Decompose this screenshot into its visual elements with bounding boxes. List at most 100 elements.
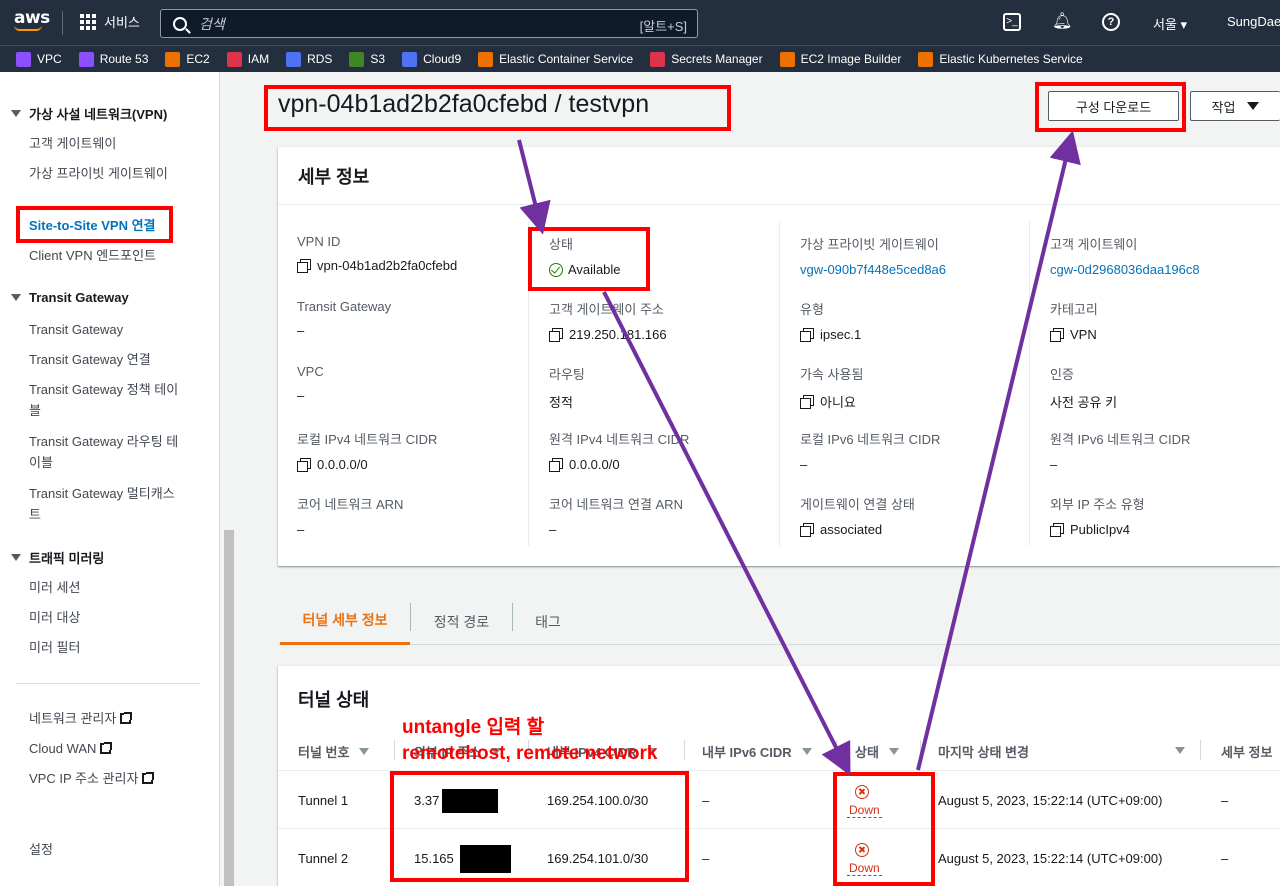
favorite-secrets-manager[interactable]: Secrets Manager: [650, 51, 763, 67]
sidebar-section-transit-gateway[interactable]: Transit Gateway: [11, 290, 129, 305]
favorite-s3[interactable]: S3: [349, 51, 385, 67]
aws-logo[interactable]: aws: [14, 10, 50, 36]
field-type: 유형 ipsec.1: [800, 299, 861, 342]
sidebar-item-site-to-site-vpn[interactable]: Site-to-Site VPN 연결: [29, 215, 189, 236]
header-divider: [920, 740, 921, 760]
field-transit-gateway: Transit Gateway –: [297, 299, 391, 338]
field-outside-ip-type: 외부 IP 주소 유형 PublicIpv4: [1050, 494, 1145, 537]
service-icon: [286, 51, 302, 67]
sidebar-section-traffic-mirroring[interactable]: 트래픽 미러링: [11, 548, 104, 567]
favorite-cloud9[interactable]: Cloud9: [402, 51, 461, 67]
favorite-route-53[interactable]: Route 53: [78, 51, 148, 67]
bell-icon[interactable]: 🔔︎: [1052, 13, 1072, 31]
copy-icon[interactable]: [297, 259, 311, 273]
field-remote-ipv4-cidr: 원격 IPv4 네트워크 CIDR 0.0.0.0/0: [549, 429, 689, 472]
tab-tags[interactable]: 태그: [513, 598, 583, 645]
copy-icon[interactable]: [800, 523, 814, 537]
service-icon: [779, 51, 795, 67]
tunnel-1-inside-ipv6: –: [702, 793, 710, 808]
favorites-bar: VPC Route 53 EC2 IAM RDS S3 Cloud9 Elastic Cont…: [0, 45, 1280, 72]
copy-icon[interactable]: [800, 395, 814, 409]
sidebar-item-cloud-wan[interactable]: Cloud WAN: [29, 738, 189, 759]
sort-caret-icon[interactable]: [1175, 747, 1185, 754]
actions-dropdown-button[interactable]: 작업: [1190, 91, 1280, 121]
favorite-vpc[interactable]: VPC: [16, 51, 62, 67]
copy-icon[interactable]: [549, 458, 563, 472]
actions-label: 작업: [1211, 99, 1236, 115]
sidebar-item-mirror-session[interactable]: 미러 세션: [29, 577, 189, 598]
column-header-tunnel-number[interactable]: 터널 번호: [298, 742, 370, 761]
tunnel-1-status[interactable]: Down: [847, 785, 882, 818]
copy-icon[interactable]: [800, 328, 814, 342]
sidebar-item-tgw-route-table[interactable]: Transit Gateway 라우팅 테이블: [29, 431, 185, 473]
item-label: Cloud WAN: [29, 741, 97, 756]
service-icon: [78, 51, 94, 67]
column-header-status[interactable]: 상태: [855, 742, 899, 761]
download-configuration-button[interactable]: 구성 다운로드: [1048, 91, 1179, 121]
field-label: 가속 사용됨: [800, 367, 864, 382]
favorite-elastic-kubernetes-service[interactable]: Elastic Kubernetes Service: [918, 51, 1083, 67]
sidebar-item-tgw-policy-table[interactable]: Transit Gateway 정책 테이블: [29, 379, 185, 421]
favorite-elastic-container-service[interactable]: Elastic Container Service: [478, 51, 633, 67]
region-selector[interactable]: 서울 ▾: [1153, 14, 1187, 33]
favorite-ec2[interactable]: EC2: [165, 51, 210, 67]
sidebar-item-customer-gateway[interactable]: 고객 게이트웨이: [29, 133, 189, 154]
sidebar-item-tgw-multicast[interactable]: Transit Gateway 멀티캐스트: [29, 483, 185, 525]
user-menu[interactable]: SungDae,: [1227, 14, 1280, 29]
sidebar-item-mirror-filter[interactable]: 미러 필터: [29, 637, 189, 658]
field-label: 원격 IPv4 네트워크 CIDR: [549, 432, 690, 447]
cgw-link[interactable]: cgw-0d2968036daa196c8: [1050, 262, 1200, 277]
favorite-iam[interactable]: IAM: [226, 51, 269, 67]
sidebar-section-vpn[interactable]: 가상 사설 네트워크(VPN): [11, 104, 167, 123]
field-label: 고객 게이트웨이 주소: [549, 302, 664, 317]
detail-tabs: 터널 세부 정보 정적 경로 태그: [278, 598, 1280, 645]
copy-icon[interactable]: [297, 458, 311, 472]
favorite-label: Secrets Manager: [671, 52, 763, 66]
field-value: 아니요: [800, 392, 863, 411]
sidebar-scrollbar-thumb[interactable]: [224, 530, 234, 886]
gw-assoc-value: associated: [820, 522, 883, 537]
sidebar-item-mirror-target[interactable]: 미러 대상: [29, 607, 189, 628]
sidebar-item-network-manager[interactable]: 네트워크 관리자: [29, 708, 189, 729]
search-icon: [173, 16, 187, 31]
field-core-network-attachment-arn: 코어 네트워크 연결 ARN –: [549, 494, 683, 537]
header-label: 터널 번호: [298, 745, 350, 760]
sidebar-item-tgw-attachment[interactable]: Transit Gateway 연결: [29, 349, 189, 370]
type-value: ipsec.1: [820, 327, 862, 342]
search-box[interactable]: [알트+S]: [160, 9, 698, 38]
copy-icon[interactable]: [1050, 328, 1064, 342]
cloudshell-icon[interactable]: >_: [1003, 13, 1021, 31]
sidebar-item-vpc-ipam[interactable]: VPC IP 주소 관리자: [29, 768, 189, 789]
column-header-last-status-change[interactable]: 마지막 상태 변경: [938, 742, 1029, 761]
services-menu-button[interactable]: 서비스: [80, 12, 140, 31]
field-local-ipv4-cidr: 로컬 IPv4 네트워크 CIDR 0.0.0.0/0: [297, 429, 437, 472]
column-header-inside-ipv6[interactable]: 내부 IPv6 CIDR: [702, 742, 812, 761]
tunnel-1-last-change: August 5, 2023, 15:22:14 (UTC+09:00): [938, 793, 1163, 808]
header-label: 상태: [855, 745, 879, 760]
tunnel-1-name: Tunnel 1: [298, 793, 349, 808]
category-value: VPN: [1070, 327, 1097, 342]
tab-static-routes[interactable]: 정적 경로: [411, 598, 512, 645]
check-circle-icon: [549, 262, 563, 277]
sidebar-item-transit-gateway[interactable]: Transit Gateway: [29, 319, 189, 340]
favorite-rds[interactable]: RDS: [286, 51, 332, 67]
sidebar-item-client-vpn[interactable]: Client VPN 엔드포인트: [29, 245, 189, 266]
copy-icon[interactable]: [1050, 523, 1064, 537]
service-icon: [402, 51, 418, 67]
help-icon[interactable]: ?: [1102, 13, 1120, 31]
copy-icon[interactable]: [549, 328, 563, 342]
column-header-details[interactable]: 세부 정보: [1221, 742, 1272, 761]
vgw-link[interactable]: vgw-090b7f448e5ced8a6: [800, 262, 946, 277]
favorite-ec2-image-builder[interactable]: EC2 Image Builder: [779, 51, 901, 67]
search-input[interactable]: [199, 15, 619, 32]
sidebar-item-virtual-private-gateway[interactable]: 가상 프라이빗 게이트웨이: [29, 163, 184, 184]
external-link-icon: [120, 712, 133, 724]
tab-tunnel-details[interactable]: 터널 세부 정보: [280, 598, 410, 645]
field-value: –: [297, 522, 305, 537]
state-value: Available: [568, 262, 621, 277]
tunnel-1-details: –: [1221, 793, 1229, 808]
tunnel-2-status[interactable]: Down: [847, 843, 882, 876]
header-label: 세부 정보: [1221, 745, 1273, 760]
field-authentication: 인증 사전 공유 키: [1050, 364, 1117, 411]
sidebar-item-settings[interactable]: 설정: [29, 839, 189, 860]
